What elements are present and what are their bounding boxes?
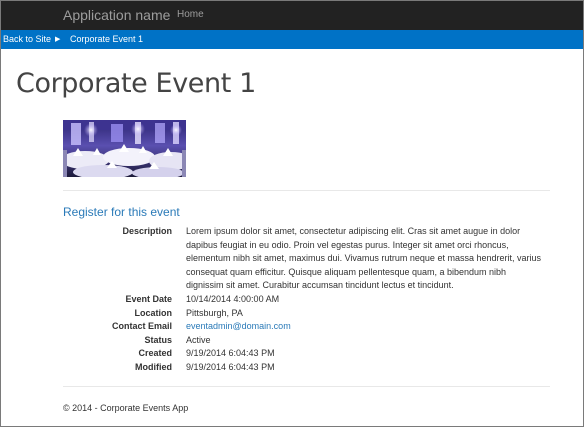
detail-row-modified: Modified 9/19/2014 6:04:43 PM bbox=[1, 361, 583, 375]
brand-link[interactable]: Application name bbox=[63, 7, 170, 23]
location-label: Location bbox=[134, 307, 173, 318]
nav-home-link[interactable]: Home bbox=[177, 9, 204, 20]
description-label: Description bbox=[122, 226, 172, 236]
created-value: 9/19/2014 6:04:43 PM bbox=[186, 348, 275, 359]
footer-text: © 2014 - Corporate Events App bbox=[63, 403, 189, 413]
modified-value: 9/19/2014 6:04:43 PM bbox=[186, 361, 275, 372]
status-label: Status bbox=[144, 334, 172, 345]
caret-right-icon: ▶ bbox=[55, 36, 61, 43]
event-details: Description Lorem ipsum dolor sit amet, … bbox=[1, 225, 583, 375]
breadcrumb-current[interactable]: Corporate Event 1 bbox=[70, 34, 143, 44]
divider bbox=[63, 386, 550, 387]
contact-email-label: Contact Email bbox=[111, 321, 172, 332]
detail-row-description: Description Lorem ipsum dolor sit amet, … bbox=[1, 225, 583, 293]
page-title: Corporate Event 1 bbox=[16, 68, 256, 99]
modified-label: Modified bbox=[135, 361, 172, 372]
top-navbar: Application name Home bbox=[1, 1, 583, 30]
register-link[interactable]: Register for this event bbox=[63, 205, 180, 219]
divider bbox=[63, 190, 550, 191]
contact-email-link[interactable]: eventadmin@domain.com bbox=[186, 321, 291, 331]
contact-email-cell: eventadmin@domain.com bbox=[186, 320, 541, 334]
created-label: Created bbox=[138, 348, 172, 359]
detail-row-date: Event Date 10/14/2014 4:00:00 AM bbox=[1, 293, 583, 307]
description-value: Lorem ipsum dolor sit amet, consectetur … bbox=[186, 226, 541, 291]
back-to-site-link[interactable]: Back to Site bbox=[3, 34, 51, 44]
detail-row-status: Status Active bbox=[1, 334, 583, 348]
detail-row-created: Created 9/19/2014 6:04:43 PM bbox=[1, 347, 583, 361]
breadcrumb: Back to Site ▶ Corporate Event 1 bbox=[1, 30, 583, 49]
event-image bbox=[63, 120, 186, 177]
event-date-label: Event Date bbox=[125, 293, 172, 304]
detail-row-location: Location Pittsburgh, PA bbox=[1, 307, 583, 321]
detail-row-email: Contact Email eventadmin@domain.com bbox=[1, 320, 583, 334]
app-window: Application name Home Back to Site ▶ Cor… bbox=[0, 0, 584, 427]
location-value: Pittsburgh, PA bbox=[186, 307, 243, 318]
status-value: Active bbox=[186, 334, 211, 345]
event-date-value: 10/14/2014 4:00:00 AM bbox=[186, 293, 280, 304]
